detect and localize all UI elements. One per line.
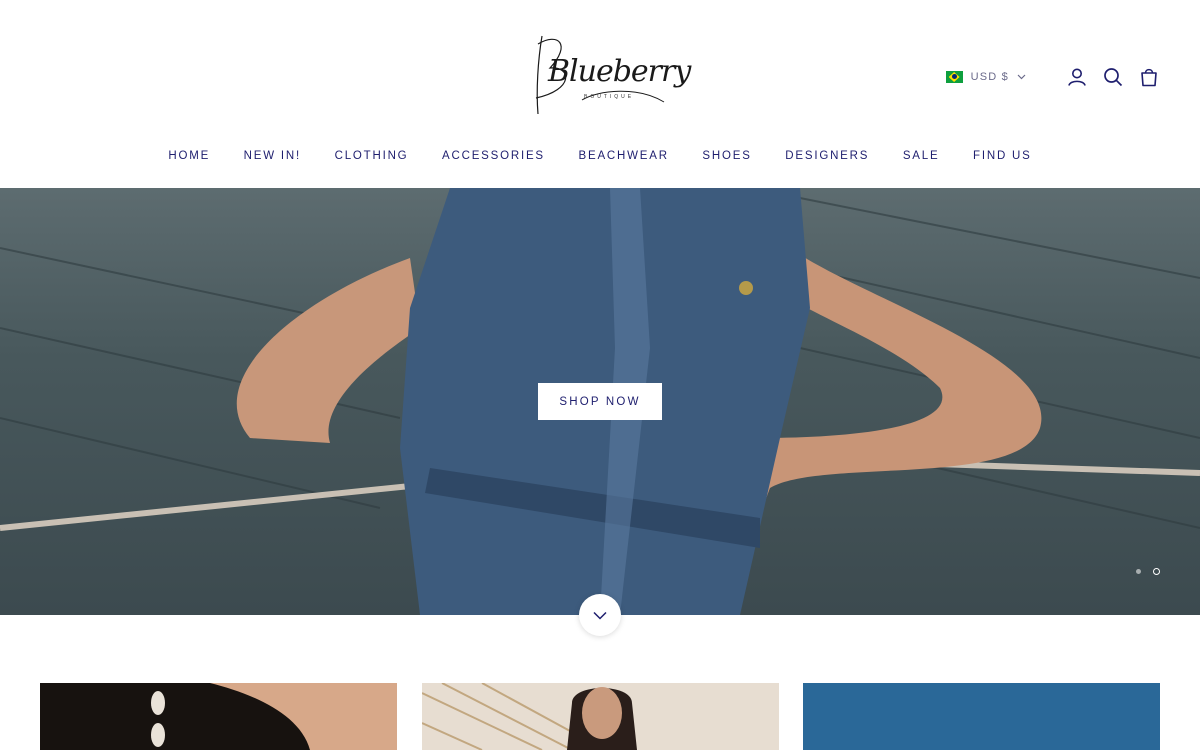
site-header: Blueberry boutique USD $	[0, 0, 1200, 188]
nav-item-clothing[interactable]: CLOTHING	[335, 150, 409, 162]
shop-now-button[interactable]: SHOP NOW	[538, 383, 662, 420]
logo-subtext: boutique	[584, 94, 635, 100]
collection-card-new-in[interactable]	[803, 683, 1160, 750]
chevron-down-icon	[593, 611, 607, 620]
nav-item-shoes[interactable]: SHOES	[702, 150, 751, 162]
nav-item-home[interactable]: HOME	[168, 150, 210, 162]
nav-item-beachwear[interactable]: BEACHWEAR	[579, 150, 669, 162]
account-icon[interactable]	[1066, 66, 1088, 88]
collection-image	[40, 683, 397, 750]
brand-logo[interactable]: Blueberry boutique	[528, 30, 691, 120]
header-actions: USD $	[945, 66, 1160, 88]
hero-slideshow: SHOP NOW	[0, 188, 1200, 615]
logo-wordmark: Blueberry	[548, 54, 691, 89]
scroll-down-button[interactable]	[579, 594, 621, 636]
nav-item-designers[interactable]: DESIGNERS	[785, 150, 869, 162]
collection-card-beachwear[interactable]	[422, 683, 779, 750]
main-navigation: HOME NEW IN! CLOTHING ACCESSORIES BEACHW…	[0, 150, 1200, 162]
brazil-flag-icon	[945, 71, 963, 83]
currency-selector[interactable]: USD $	[945, 71, 1026, 83]
slide-dot-1[interactable]	[1136, 569, 1141, 574]
nav-item-new-in[interactable]: NEW IN!	[244, 150, 301, 162]
slide-dot-2[interactable]	[1153, 568, 1160, 575]
collection-image	[803, 683, 1160, 750]
nav-item-accessories[interactable]: ACCESSORIES	[442, 150, 545, 162]
nav-item-find-us[interactable]: FIND US	[973, 150, 1032, 162]
chevron-down-icon	[1017, 74, 1026, 80]
nav-item-sale[interactable]: SALE	[903, 150, 940, 162]
slideshow-pagination	[1124, 568, 1160, 575]
currency-label: USD $	[970, 71, 1009, 83]
search-icon[interactable]	[1102, 66, 1124, 88]
collection-image	[422, 683, 779, 750]
collection-card-accessories[interactable]	[40, 683, 397, 750]
cart-icon[interactable]	[1138, 66, 1160, 88]
